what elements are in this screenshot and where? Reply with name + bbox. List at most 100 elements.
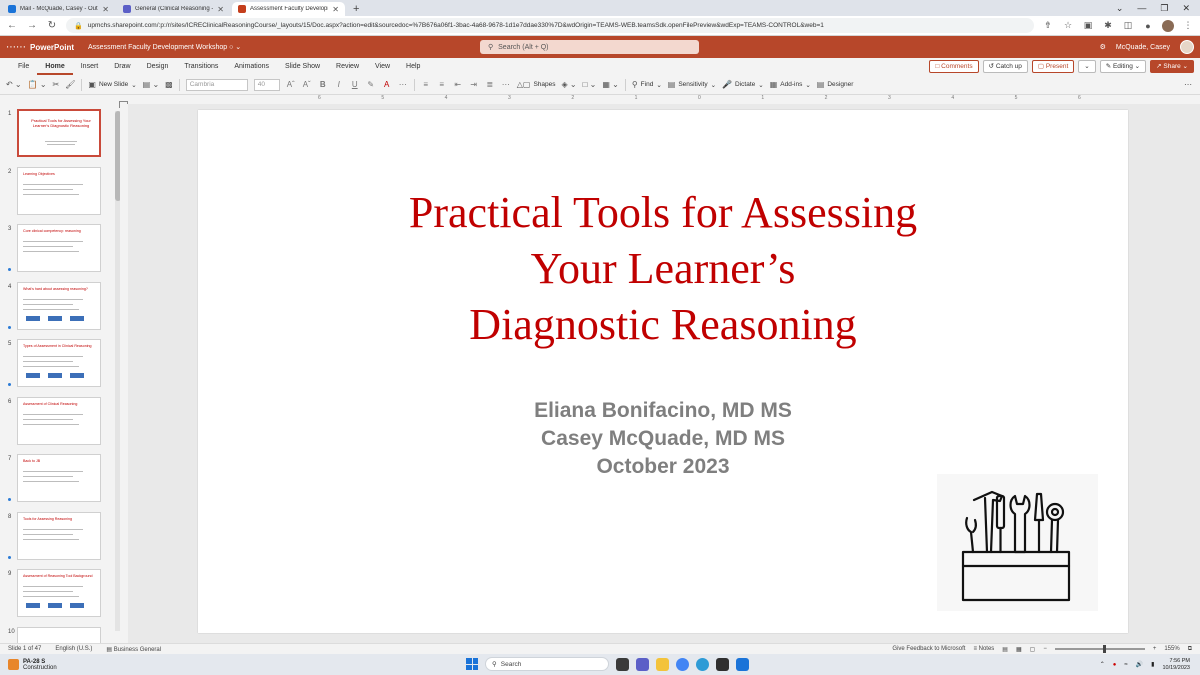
slide-thumbnail-item[interactable]: 10 bbox=[0, 626, 128, 643]
browser-tab[interactable]: Mail - McQuade, Casey - Outlo ✕ bbox=[2, 2, 115, 16]
slide-thumbnail[interactable]: Practical Tools for Assessing Your Learn… bbox=[17, 109, 101, 157]
clipboard-icon[interactable]: 📋 ⌄ bbox=[28, 80, 47, 89]
close-window-icon[interactable]: ✕ bbox=[1182, 3, 1190, 14]
comments-button[interactable]: □ Comments bbox=[929, 60, 979, 73]
shapes-button[interactable]: △▢ Shapes bbox=[517, 80, 556, 89]
zoom-slider[interactable] bbox=[1054, 645, 1145, 653]
decrease-indent-icon[interactable]: ⇤ bbox=[453, 80, 463, 89]
ribbon-tab-help[interactable]: Help bbox=[398, 58, 428, 75]
catch-up-button[interactable]: ↺ Catch up bbox=[982, 60, 1028, 73]
browser-avatar[interactable] bbox=[1162, 19, 1174, 32]
reset-icon[interactable]: ▩ bbox=[165, 80, 173, 89]
document-title[interactable]: Assessment Faculty Development Workshop … bbox=[88, 43, 241, 51]
ribbon-tab-file[interactable]: File bbox=[10, 58, 37, 75]
windows-start-icon[interactable] bbox=[466, 658, 478, 670]
slide-thumbnail-item[interactable]: 8 Tools for Assessing Reasoning bbox=[0, 511, 128, 570]
volume-icon[interactable]: 🔊 bbox=[1136, 661, 1143, 668]
zoom-level[interactable]: 155% bbox=[1164, 646, 1179, 652]
new-slide-button[interactable]: ▣ New Slide ⌄ bbox=[88, 80, 136, 89]
sensitivity-button[interactable]: ▤ Sensitivity ⌄ bbox=[668, 80, 716, 89]
tab-close-icon[interactable]: ✕ bbox=[102, 5, 109, 14]
user-name[interactable]: McQuade, Casey bbox=[1116, 44, 1170, 51]
app-launcher-icon[interactable]: ⋯⋯ bbox=[6, 42, 26, 53]
slide-subtitle[interactable]: Eliana Bonifacino, MD MS Casey McQuade, … bbox=[398, 397, 928, 481]
file-explorer-icon[interactable] bbox=[656, 657, 669, 671]
italic-icon[interactable]: I bbox=[334, 80, 344, 89]
slide-thumbnail-item[interactable]: 3 Core clinical competency: reasoning bbox=[0, 224, 128, 282]
zoom-slider-handle[interactable] bbox=[1102, 645, 1106, 653]
sidebar-icon[interactable]: ◫ bbox=[1122, 20, 1134, 31]
menu-icon[interactable]: ⋮ bbox=[1182, 20, 1194, 31]
bold-icon[interactable]: B bbox=[318, 80, 328, 89]
present-dropdown-button[interactable]: ⌄ bbox=[1078, 60, 1096, 73]
task-view-icon[interactable] bbox=[616, 657, 629, 671]
extension-icon[interactable]: ▣ bbox=[1082, 20, 1094, 31]
battery-icon[interactable]: ▮ bbox=[1151, 661, 1154, 668]
tab-search-icon[interactable]: ⌄ bbox=[1116, 3, 1124, 14]
app-name[interactable]: PowerPoint bbox=[30, 43, 74, 52]
current-slide[interactable]: Practical Tools for Assessing Your Learn… bbox=[198, 110, 1128, 633]
normal-view-icon[interactable]: ▤ bbox=[1002, 646, 1008, 653]
outlook-icon[interactable] bbox=[736, 657, 749, 671]
editing-button[interactable]: ✎ Editing ⌄ bbox=[1099, 60, 1147, 73]
weather-widget[interactable]: PA-28 S Construction bbox=[0, 659, 57, 671]
edge-icon[interactable] bbox=[696, 657, 709, 671]
find-button[interactable]: ⚲ Find ⌄ bbox=[632, 80, 662, 89]
slide-thumbnail-item[interactable]: 6 Assessment of Clinical Reasoning bbox=[0, 396, 128, 455]
store-icon[interactable] bbox=[716, 657, 729, 671]
slide-thumbnail[interactable]: Back to JB bbox=[17, 454, 101, 502]
cut-icon[interactable]: ✂ bbox=[53, 80, 60, 89]
undo-icon[interactable]: ↶ ⌄ bbox=[6, 80, 22, 89]
slide-thumbnail[interactable] bbox=[17, 626, 101, 643]
back-icon[interactable]: ← bbox=[6, 20, 18, 31]
reading-view-icon[interactable]: ▢ bbox=[1030, 646, 1036, 653]
present-button[interactable]: ▢ Present bbox=[1031, 60, 1075, 73]
font-color-icon[interactable]: A bbox=[382, 80, 392, 89]
zoom-in-icon[interactable]: + bbox=[1153, 646, 1157, 652]
ribbon-tab-insert[interactable]: Insert bbox=[73, 58, 107, 75]
slide-thumbnail[interactable]: Assessment of Reasoning Tool Background bbox=[17, 569, 101, 617]
ribbon-tab-review[interactable]: Review bbox=[328, 58, 367, 75]
bullets-icon[interactable]: ≡ bbox=[421, 80, 431, 89]
underline-icon[interactable]: U bbox=[350, 80, 360, 89]
ribbon-tab-slide-show[interactable]: Slide Show bbox=[277, 58, 328, 75]
language-indicator[interactable]: English (U.S.) bbox=[55, 646, 92, 652]
sensitivity-label[interactable]: ▤ Business General bbox=[106, 646, 161, 653]
tab-close-icon[interactable]: ✕ bbox=[332, 5, 339, 14]
ribbon-tab-animations[interactable]: Animations bbox=[226, 58, 277, 75]
ribbon-tab-view[interactable]: View bbox=[367, 58, 398, 75]
increase-font-icon[interactable]: Aˆ bbox=[286, 80, 296, 89]
ribbon-tab-transitions[interactable]: Transitions bbox=[176, 58, 226, 75]
numbering-icon[interactable]: ≡ bbox=[437, 80, 447, 89]
reload-icon[interactable]: ↻ bbox=[46, 20, 58, 31]
notes-button[interactable]: ≡ Notes bbox=[973, 646, 994, 652]
install-app-icon[interactable]: ⇮ bbox=[1042, 20, 1054, 31]
more-paragraph-icon[interactable]: ⋯ bbox=[501, 80, 511, 89]
profile-icon[interactable]: ● bbox=[1142, 21, 1154, 31]
browser-tab[interactable]: Assessment Faculty Developm ✕ bbox=[232, 2, 345, 16]
taskbar-search[interactable]: ⚲ Search bbox=[485, 657, 609, 671]
chrome-icon[interactable] bbox=[676, 657, 689, 671]
sorter-view-icon[interactable]: ▦ bbox=[1016, 646, 1022, 653]
slide-thumbnail[interactable]: Assessment of Clinical Reasoning bbox=[17, 396, 101, 445]
tray-app-icon[interactable]: ● bbox=[1113, 662, 1117, 668]
shape-outline-icon[interactable]: □ ⌄ bbox=[583, 80, 597, 89]
layout-icon[interactable]: ▤ ⌄ bbox=[143, 80, 159, 89]
fit-slide-icon[interactable]: ⧉ bbox=[1188, 646, 1192, 653]
addins-button[interactable]: ▦ Add-ins ⌄ bbox=[770, 80, 811, 89]
ribbon-tab-draw[interactable]: Draw bbox=[106, 58, 138, 75]
slide-thumbnail-item[interactable]: 2 Learning Objectives bbox=[0, 166, 128, 225]
feedback-link[interactable]: Give Feedback to Microsoft bbox=[892, 646, 965, 652]
tray-chevron-icon[interactable]: ⌃ bbox=[1100, 661, 1105, 668]
slide-thumbnail-item[interactable]: 9 Assessment of Reasoning Tool Background bbox=[0, 569, 128, 627]
bookmark-star-icon[interactable]: ☆ bbox=[1062, 20, 1074, 31]
puzzle-icon[interactable]: ✱ bbox=[1102, 20, 1114, 31]
increase-indent-icon[interactable]: ⇥ bbox=[469, 80, 479, 89]
settings-gear-icon[interactable]: ⚙ bbox=[1100, 43, 1106, 51]
more-font-icon[interactable]: ⋯ bbox=[398, 80, 408, 89]
toolbox-image[interactable] bbox=[937, 474, 1098, 611]
slide-thumbnail[interactable]: Learning Objectives bbox=[17, 166, 101, 215]
designer-button[interactable]: ▤ Designer bbox=[817, 80, 854, 89]
browser-tab[interactable]: General (Clinical Reasoning - by ✕ bbox=[117, 2, 230, 16]
new-tab-button[interactable]: + bbox=[345, 2, 367, 16]
